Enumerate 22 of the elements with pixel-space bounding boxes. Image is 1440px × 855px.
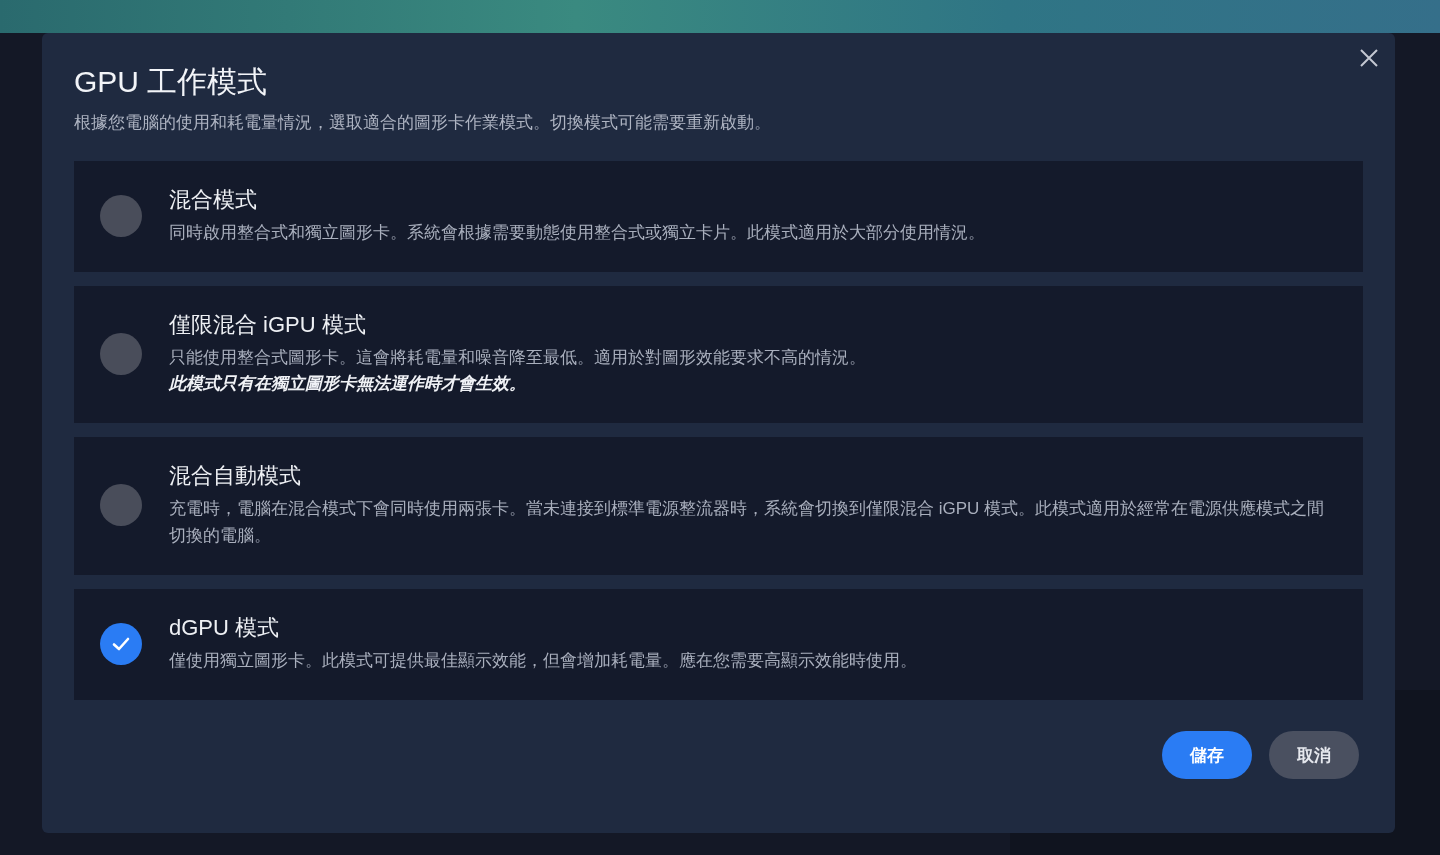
option-note: 此模式只有在獨立圖形卡無法運作時才會生效。 — [169, 373, 527, 395]
mode-option[interactable]: 僅限混合 iGPU 模式 只能使用整合式圖形卡。這會將耗電量和噪音降至最低。適用於對圖形效能要求不高的情況。 此模式只有在獨立圖形卡無法運作時才會生效。 — [74, 286, 1363, 423]
mode-option[interactable]: dGPU 模式 僅使用獨立圖形卡。此模式可提供最佳顯示效能，但會增加耗電量。應在您需要高顯示效能時使用。 — [74, 589, 1363, 700]
cancel-button[interactable]: 取消 — [1269, 731, 1359, 779]
radio-button[interactable] — [100, 194, 142, 237]
save-button[interactable]: 儲存 — [1162, 731, 1252, 779]
mode-option[interactable]: 混合自動模式 充電時，電腦在混合模式下會同時使用兩張卡。當未連接到標準電源整流器時，系統會切換到僅限混合 iGPU 模式。此模式適用於經常在電源供應模式之間切換的電腦。 — [74, 437, 1363, 575]
dialog-title: GPU 工作模式 — [74, 64, 269, 100]
option-title: 混合自動模式 — [169, 462, 302, 490]
option-description: 僅使用獨立圖形卡。此模式可提供最佳顯示效能，但會增加耗電量。應在您需要高顯示效能時使用。 — [169, 650, 917, 672]
radio-button[interactable] — [100, 332, 142, 375]
option-description: 充電時，電腦在混合模式下會同時使用兩張卡。當未連接到標準電源整流器時，系統會切換到僅限混合 iGPU 模式。此模式適用於經常在電源供應模式之間切換的電腦。 — [169, 498, 1326, 547]
close-icon[interactable] — [1360, 49, 1378, 67]
radio-button[interactable] — [100, 484, 142, 526]
option-description: 同時啟用整合式和獨立圖形卡。系統會根據需要動態使用整合式或獨立卡片。此模式適用於大部分使用情況。 — [169, 222, 985, 244]
option-title: 混合模式 — [169, 186, 258, 214]
option-title: dGPU 模式 — [169, 614, 281, 642]
radio-button[interactable] — [100, 622, 142, 665]
mode-option[interactable]: 混合模式 同時啟用整合式和獨立圖形卡。系統會根據需要動態使用整合式或獨立卡片。此模式適用於大部分使用情況。 — [74, 161, 1363, 272]
option-description: 只能使用整合式圖形卡。這會將耗電量和噪音降至最低。適用於對圖形效能要求不高的情況。 — [169, 347, 866, 369]
dialog-subtitle: 根據您電腦的使用和耗電量情況，選取適合的圖形卡作業模式。切換模式可能需要重新啟動。 — [74, 112, 772, 134]
option-title: 僅限混合 iGPU 模式 — [169, 311, 367, 339]
